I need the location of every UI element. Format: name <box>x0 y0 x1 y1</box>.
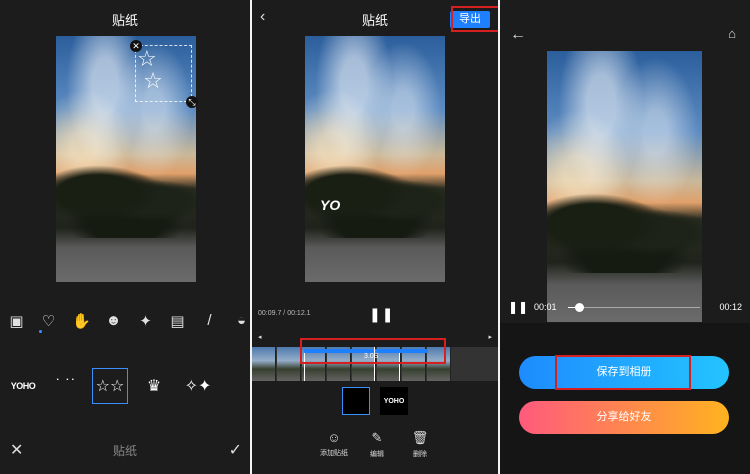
pen-icon[interactable]: / <box>201 312 218 330</box>
trash-icon: 🗑 <box>411 430 429 445</box>
sparkle-icon[interactable]: ✦ <box>137 312 154 330</box>
sticker-panel: 贴纸 ☆ ☆ ✕ ⤡ ▣ ♡ ✋ ☻ ✦ ▤ / ◒ YOHO ˙ ˙˙ ☆☆ … <box>0 0 250 474</box>
timecode: 00:09.7 / 00:12.1 <box>258 310 311 317</box>
highlight-box <box>555 355 691 390</box>
sticker-list: YOHO ˙ ˙˙ ☆☆ ♛ ✧✦ <box>6 368 250 404</box>
highlight-box <box>300 338 446 364</box>
delete-button[interactable]: 🗑 删除 <box>400 430 440 459</box>
total-time: 00:12 <box>719 302 742 312</box>
home-icon[interactable]: ⌂ <box>728 26 736 41</box>
thumb-sticker-yoho[interactable]: YOHO <box>380 387 408 415</box>
photo-sticker-icon[interactable]: ▣ <box>8 312 25 330</box>
cat-icon[interactable]: ☻ <box>105 312 122 330</box>
back-arrow-icon[interactable]: ← <box>510 26 526 44</box>
highlight-box <box>451 6 498 32</box>
bottom-bar: ✕ 贴纸 ✓ <box>0 440 250 460</box>
resize-icon[interactable]: ⤡ <box>186 96 198 108</box>
progress-knob[interactable] <box>575 303 584 312</box>
sticker-stars-selected[interactable]: ☆☆ <box>92 368 128 404</box>
close-icon[interactable]: ✕ <box>130 40 142 52</box>
smile-icon: ☺ <box>327 430 341 445</box>
timeline-start-icon[interactable]: ◂ <box>258 333 262 341</box>
sticker-yoho[interactable]: YOHO <box>6 368 40 404</box>
pause-icon[interactable]: ❚❚ <box>508 300 528 314</box>
hand-icon[interactable]: ✋ <box>72 312 91 330</box>
sticker-sparkles[interactable]: ✧✦ <box>180 368 216 404</box>
sticker-category-row: ▣ ♡ ✋ ☻ ✦ ▤ / ◒ <box>8 312 250 330</box>
playback-controls: ❚❚ 00:01 00:12 <box>508 300 742 316</box>
bottom-title: 贴纸 <box>112 444 137 458</box>
check-icon[interactable]: ✓ <box>229 440 242 460</box>
yo-sticker[interactable]: YO <box>320 197 340 213</box>
progress-track[interactable] <box>568 307 700 308</box>
preview-panel: ← ⌂ ❚❚ 00:01 00:12 保存到相册 分享给好友 <box>500 0 750 474</box>
action-area <box>500 323 750 474</box>
heart-icon[interactable]: ♡ <box>40 312 57 330</box>
thumb-sticker-selected[interactable] <box>342 387 370 415</box>
category-indicator <box>39 330 42 333</box>
timeline-panel: ‹ 贴纸 导出 YO 00:09.7 / 00:12.1 ❚❚ ◂ ▸ 3.0S… <box>252 0 498 474</box>
stars-sticker[interactable]: ☆ ☆ <box>137 48 163 92</box>
sticker-crown[interactable]: ♛ <box>136 368 172 404</box>
current-time: 00:01 <box>534 302 557 312</box>
pause-icon[interactable]: ❚❚ <box>369 306 394 323</box>
page-title: 贴纸 <box>111 13 138 28</box>
video-preview <box>547 51 702 322</box>
photo-preview <box>305 36 445 282</box>
edit-button[interactable]: ✎ 编辑 <box>357 430 397 459</box>
stamp-icon[interactable]: ▤ <box>169 312 186 330</box>
edit-icon: ✎ <box>371 430 383 445</box>
fruit-icon[interactable]: ◒ <box>233 312 250 330</box>
timeline-end-icon[interactable]: ▸ <box>488 333 492 341</box>
share-button[interactable]: 分享给好友 <box>519 401 729 434</box>
sticker-dashes[interactable]: ˙ ˙˙ <box>48 368 84 404</box>
add-sticker-button[interactable]: ☺ 添加贴纸 <box>314 430 354 458</box>
